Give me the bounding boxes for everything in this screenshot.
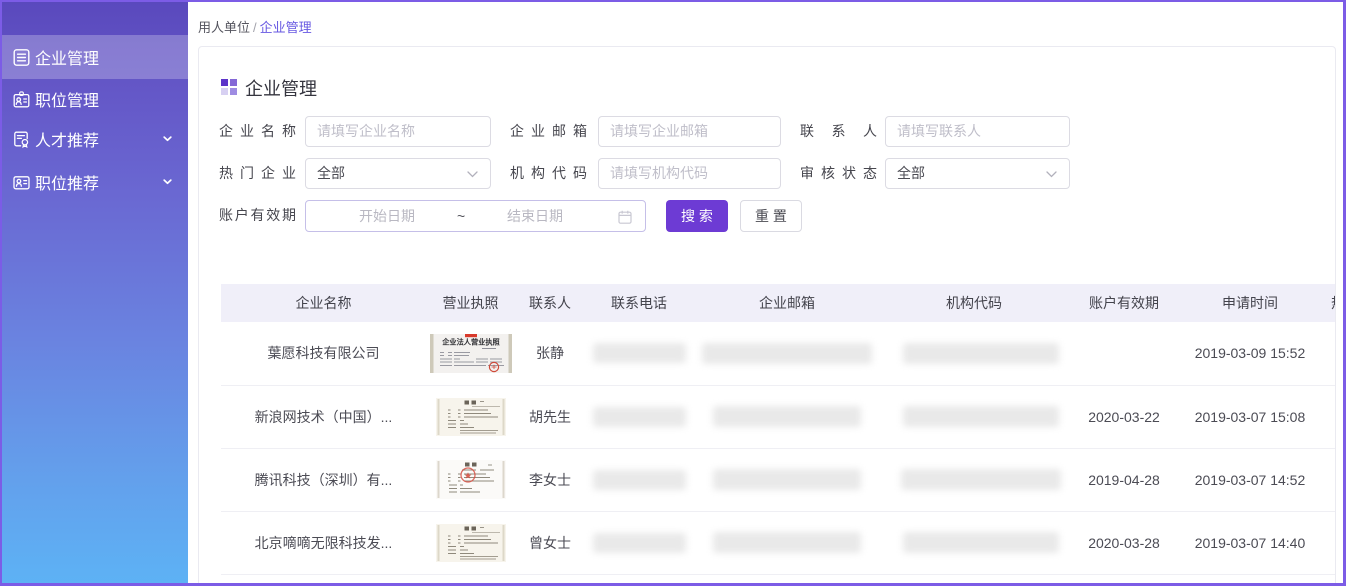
- svg-text:企业法人营业执照: 企业法人营业执照: [441, 337, 500, 346]
